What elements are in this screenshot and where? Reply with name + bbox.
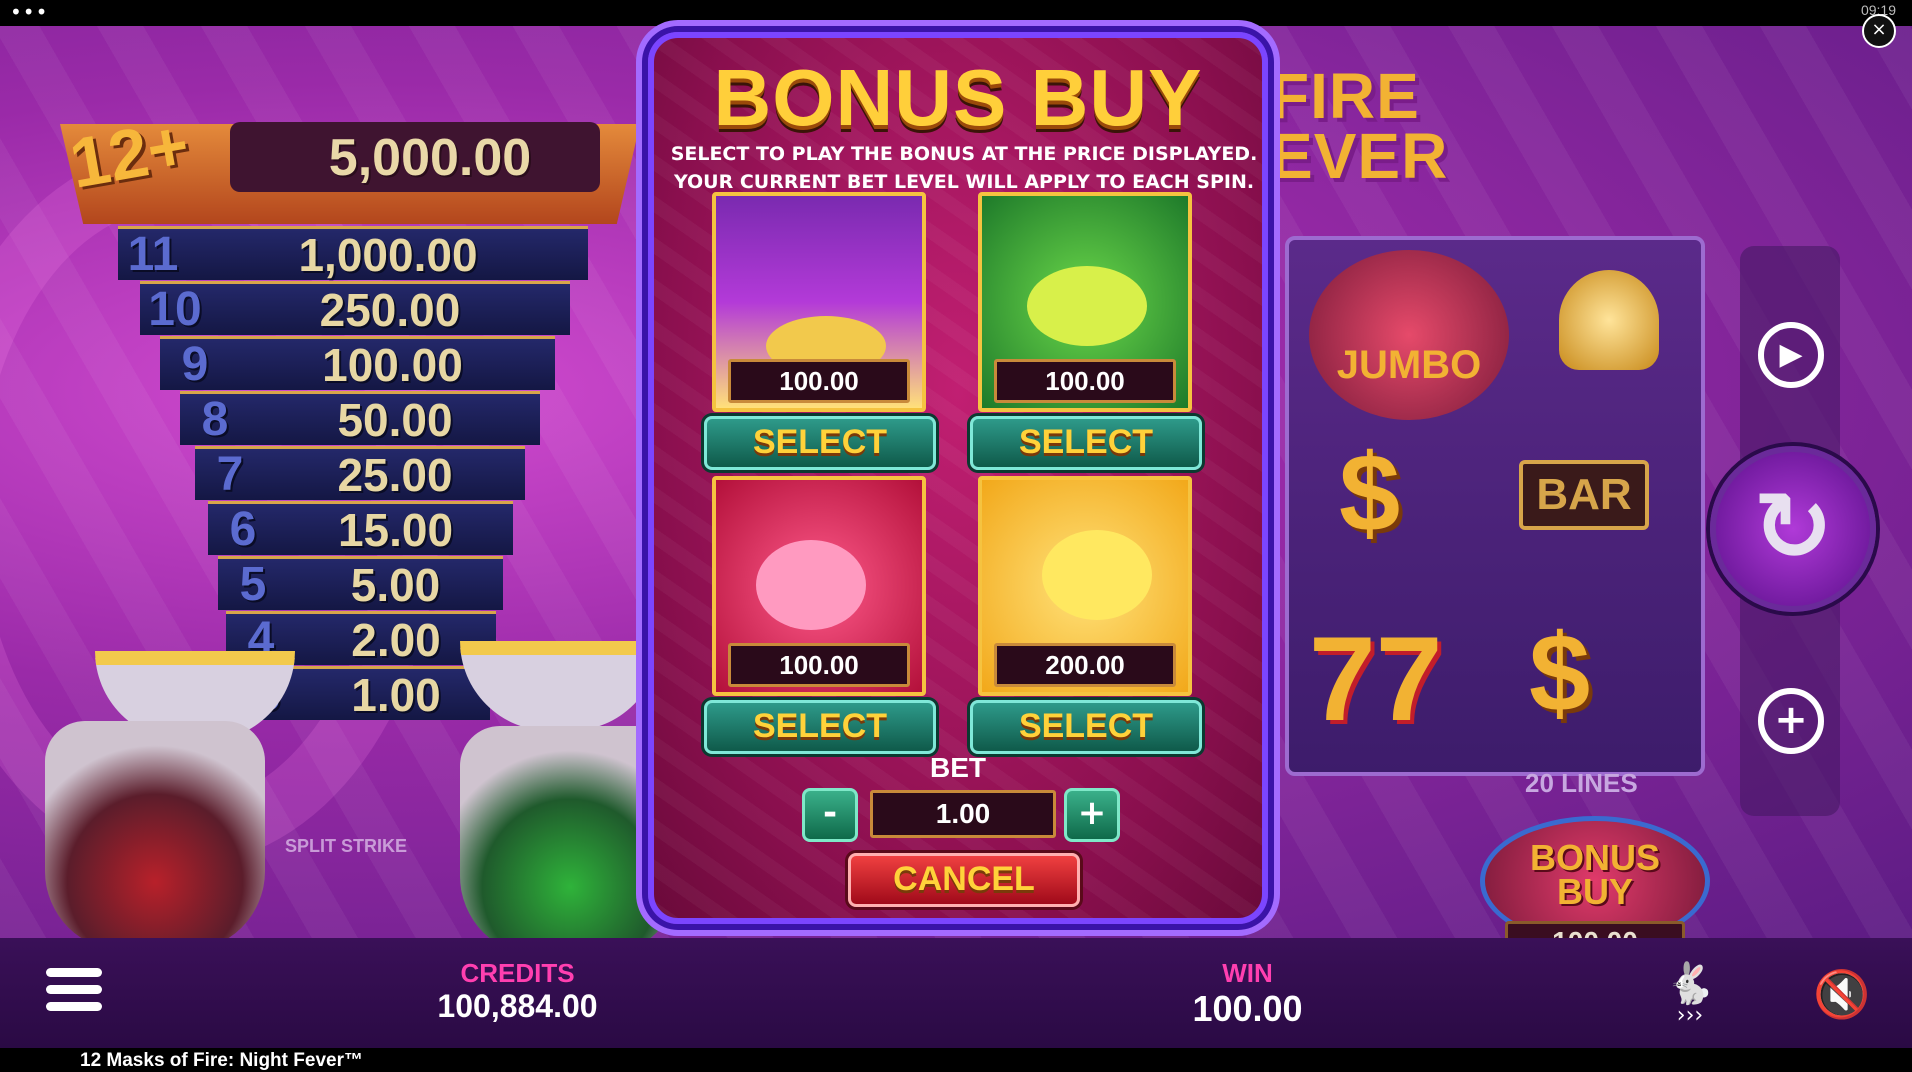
select-button[interactable]: SELECT [970,416,1202,470]
paytable-row-count: 8 [201,393,229,446]
paytable-row-count: 7 [216,448,244,501]
game-screen: ••• 09:19 × 12+ 5,000.00 11 1,000.00 10 … [0,0,1912,1072]
modal-subtitle: SELECT TO PLAY THE BONUS AT THE PRICE DI… [664,140,1264,196]
green-jar [460,726,680,956]
rabbit-icon: 🐇 [1665,961,1715,1007]
credits-label: CREDITS [460,958,575,988]
bet-chips-icon[interactable]: + [1758,688,1824,754]
modal-title: BONUS BUY [713,53,1203,142]
bonus-option-price: 100.00 [994,359,1176,403]
bonus-buy-line2: BUY [1556,871,1633,912]
win-value: 100.00 [1192,988,1303,1029]
paytable-row-value: 100.00 [322,338,463,391]
bet-label: BET [930,752,986,783]
bonus-buy-line1: BONUS [1529,837,1660,878]
paytable-row-count: 9 [181,338,209,391]
game-logo: FIRE EVER [1270,60,1449,192]
seven-symbol: 77 [1309,612,1443,746]
split-strike-logo: SPLIT STRIKE [285,836,408,856]
dollar-symbol: $ [1339,432,1401,555]
paytable-row-value: 1.00 [351,668,441,721]
reels: JUMBO $ BAR 77 $ [1285,236,1705,776]
drum-art [756,540,866,630]
red-jar [45,721,265,951]
paytable-row-value: 1,000.00 [298,228,478,281]
select-button[interactable]: SELECT [970,700,1202,754]
game-title: 12 Masks of Fire: Night Fever™ [80,1050,363,1071]
turbo-arrows: ››› [1676,1003,1704,1028]
paytable-row-count: 5 [239,558,267,611]
bonus-option-card[interactable]: 100.00 [712,192,926,412]
spin-button[interactable]: ↻ [1710,446,1876,612]
select-button[interactable]: SELECT [704,416,936,470]
cancel-button[interactable]: CANCEL [848,853,1080,907]
drum-art [1042,530,1152,620]
bell-symbol [1559,270,1659,370]
bonus-buy-modal: BONUS BUY SELECT TO PLAY THE BONUS AT TH… [648,32,1268,924]
paytable-row-count: 11 [127,228,179,281]
dollar-symbol: $ [1529,612,1591,735]
modal-subtitle-line1: SELECT TO PLAY THE BONUS AT THE PRICE DI… [670,143,1258,165]
paytable-row-value: 25.00 [337,448,453,501]
paytable-row-value: 250.00 [319,283,461,336]
close-icon[interactable]: × [1862,14,1896,48]
game-logo-line2: EVER [1270,120,1449,192]
autoplay-icon[interactable]: ▶ [1758,322,1824,388]
paytable-top-value: 5,000.00 [328,129,532,187]
paytable-row: 7 25.00 [195,446,525,501]
bet-value: 1.00 [870,790,1056,838]
title-bar: 12 Masks of Fire: Night Fever™ [0,1048,1912,1072]
status-bar: ••• 09:19 [0,0,1912,26]
bonus-option-card[interactable]: 100.00 [978,192,1192,412]
paytable-row-value: 5.00 [350,558,441,611]
menu-icon[interactable] [46,968,102,1020]
bottom-bar: CREDITS 100,884.00 WIN 100.00 🐇 ››› 🔇 [0,938,1912,1048]
win-label: WIN [1222,958,1273,988]
drum-art [1027,266,1147,346]
paytable-row: 5 5.00 [218,556,503,611]
paytable-row-count: 6 [229,503,257,556]
paytable-row: 9 100.00 [160,336,555,391]
paytable-row: 10 250.00 [140,281,570,336]
paytable-row: 6 15.00 [208,501,513,556]
bet-decrease-button[interactable]: - [802,788,858,842]
credits-value: 100,884.00 [437,988,598,1024]
bonus-option-card[interactable]: 200.00 [978,476,1192,696]
bonus-option-price: 200.00 [994,643,1176,687]
bonus-option-price: 100.00 [728,359,910,403]
more-options-icon[interactable]: ••• [10,2,48,22]
lines-label: 20 LINES [1525,768,1638,798]
spin-icon: ↻ [1752,471,1834,583]
paytable-row-value: 50.00 [337,393,453,446]
select-button[interactable]: SELECT [704,700,936,754]
mute-icon[interactable]: 🔇 [1812,966,1872,1022]
paytable-row: 11 1,000.00 [118,226,588,281]
bar-symbol: BAR [1519,460,1649,530]
game-logo-line1: FIRE [1270,60,1420,132]
turbo-icon[interactable]: 🐇 ››› [1650,960,1730,1030]
paytable-row-value: 15.00 [337,503,454,556]
bet-increase-button[interactable]: + [1064,788,1120,842]
bonus-option-price: 100.00 [728,643,910,687]
bonus-option-card[interactable]: 100.00 [712,476,926,696]
jumbo-drum-symbol: JUMBO [1309,250,1509,420]
paytable-row: 8 50.00 [180,391,540,446]
paytable-row-count: 10 [148,283,202,336]
